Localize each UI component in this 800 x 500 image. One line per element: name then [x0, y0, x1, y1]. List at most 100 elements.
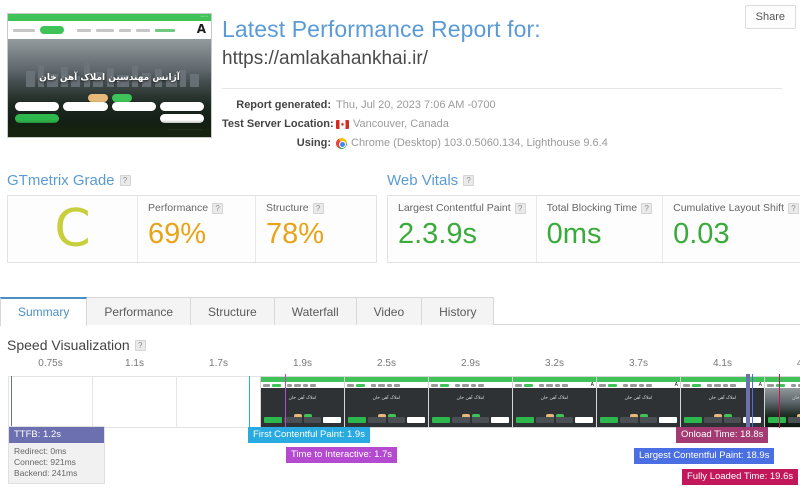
tab-history[interactable]: History [422, 297, 495, 325]
meta-text: Vancouver, Canada [353, 118, 449, 130]
speed-visualization-label: Speed Visualization [7, 337, 130, 353]
report-tabs: Summary Performance Structure Waterfall … [0, 297, 800, 326]
filmstrip-frame[interactable] [8, 376, 92, 428]
filmstrip-frame[interactable]: Aاملاک آهن خان [512, 376, 596, 428]
timeline-tick: 1.9s [293, 358, 312, 369]
badge-fully-loaded-time[interactable]: Fully Loaded Time: 19.6s [682, 469, 799, 485]
frame-logo: A [590, 381, 594, 388]
nav-item [136, 28, 150, 32]
structure-cell: Structure ? 78% [256, 196, 374, 262]
site-thumbnail[interactable]: ▫▫▫ A آژانس مهندسین املاک آهن خان [7, 13, 212, 138]
help-icon[interactable]: ? [788, 202, 800, 214]
filmstrip-frame[interactable]: املاک آهن خان [344, 376, 428, 428]
lcp-label-text: Largest Contentful Paint [398, 202, 511, 214]
ttfb-connect: Connect: 921ms [14, 457, 76, 467]
tab-summary[interactable]: Summary [0, 297, 88, 326]
grade-letter-cell: C [8, 196, 138, 262]
filmstrip-frame[interactable]: Aاملاک آهن خان [596, 376, 680, 428]
help-icon[interactable]: ? [463, 175, 475, 186]
cls-cell: Cumulative Layout Shift ? 0.03 [663, 196, 800, 262]
nav-item [13, 28, 35, 32]
structure-value: 78% [266, 218, 325, 250]
help-icon[interactable]: ? [134, 339, 146, 351]
structure-label: Structure ? [266, 202, 364, 214]
gtmetrix-grade-section: GTmetrix Grade ? C Performance ? 69% Str… [7, 172, 377, 263]
meta-row-generated: Report generated: Thu, Jul 20, 2023 7:06… [222, 96, 608, 115]
meta-row-server-location: Test Server Location: Vancouver, Canada [222, 115, 608, 134]
filmstrip-frame[interactable] [176, 376, 260, 428]
frame-form [768, 417, 800, 423]
tab-video[interactable]: Video [356, 297, 423, 325]
meta-text: Chrome (Desktop) 103.0.5060.134, Lightho… [351, 137, 608, 149]
lcp-value: 2.3.9s [398, 218, 477, 250]
frame-logo: A [758, 381, 762, 388]
foreground-foliage [8, 120, 211, 137]
frame-headline: املاک آهن خان [288, 396, 317, 401]
cls-label-text: Cumulative Layout Shift [673, 202, 785, 214]
filmstrip-frame[interactable]: Aاملاک آهن خان [764, 376, 800, 428]
frame-form [348, 417, 425, 423]
timeline-tick: 1.1s [125, 358, 144, 369]
frame-content: املاک آهن خان [513, 388, 596, 427]
badge-first-contentful-paint[interactable]: First Contentful Paint: 1.9s [248, 427, 370, 443]
frame-form [600, 417, 677, 423]
frame-form [264, 417, 341, 423]
filmstrip-frame[interactable] [92, 376, 176, 428]
badge-onload-time[interactable]: Onload Time: 18.8s [676, 427, 769, 443]
ttfb-tooltip: TTFB: 1.2s Redirect: 0ms Connect: 921ms … [8, 426, 105, 484]
page-title: Latest Performance Report for: [222, 16, 541, 42]
help-icon[interactable]: ? [312, 202, 324, 214]
vitals-panel: Largest Contentful Paint ? 2.3.9s Total … [387, 195, 800, 263]
frame-logo: A [674, 381, 678, 388]
nav-item [119, 28, 131, 32]
cls-value: 0.03 [673, 218, 730, 250]
grade-heading-label: GTmetrix Grade [7, 172, 115, 189]
title-divider [222, 88, 782, 89]
tbt-label: Total Blocking Time ? [546, 202, 653, 214]
timeline-tick: 2.9s [461, 358, 480, 369]
meta-value: Chrome (Desktop) 103.0.5060.134, Lightho… [336, 134, 608, 153]
tbt-cell: Total Blocking Time ? 0ms [537, 196, 664, 262]
thumbnail-navbar: A [8, 21, 211, 39]
frame-content: املاک آهن خان [261, 388, 344, 427]
help-icon[interactable]: ? [212, 202, 224, 214]
vitals-heading-label: Web Vitals [387, 172, 459, 189]
help-icon[interactable]: ? [119, 175, 131, 186]
timeline-tick: 3.7s [629, 358, 648, 369]
onload-line [746, 374, 750, 428]
help-icon[interactable]: ? [514, 202, 526, 214]
structure-label-text: Structure [266, 202, 309, 214]
window-controls-icon: ▫▫▫ [200, 14, 209, 20]
badge-largest-contentful-paint[interactable]: Largest Contentful Paint: 18.9s [634, 448, 775, 464]
report-header: ▫▫▫ A آژانس مهندسین املاک آهن خان Latest… [0, 0, 800, 160]
vitals-heading: Web Vitals ? [387, 172, 800, 189]
filmstrip-frame[interactable]: املاک آهن خان [428, 376, 512, 428]
meta-label: Using: [296, 137, 331, 149]
tab-performance[interactable]: Performance [87, 297, 192, 325]
fcp-line [249, 376, 250, 428]
help-icon[interactable]: ? [641, 202, 653, 214]
hero-headline: آژانس مهندسین املاک آهن خان [39, 73, 180, 83]
ttfb-details: Redirect: 0ms Connect: 921ms Backend: 24… [9, 443, 104, 483]
nav-item [77, 28, 91, 32]
tab-structure[interactable]: Structure [191, 297, 275, 325]
frame-headline: املاک آهن خان [456, 396, 485, 401]
frame-form [516, 417, 593, 423]
cls-label: Cumulative Layout Shift ? [673, 202, 800, 214]
frame-headline: املاک آهن خان [372, 396, 401, 401]
frame-form [432, 417, 509, 423]
timeline-tick: 2.5s [377, 358, 396, 369]
report-title-block: Latest Performance Report for: https://a… [222, 14, 541, 72]
timeline-ticks: 0.75s 1.1s 1.7s 1.9s 2.5s 2.9s 3.2s 3.7s 4.1s 4.9… [0, 358, 800, 376]
badge-time-to-interactive[interactable]: Time to Interactive: 1.7s [286, 447, 398, 463]
grade-panel: C Performance ? 69% Structure ? 78% [7, 195, 377, 263]
timeline-tick: 3.2s [545, 358, 564, 369]
tbt-label-text: Total Blocking Time [546, 202, 638, 214]
tab-waterfall[interactable]: Waterfall [274, 297, 357, 325]
filmstrip-frame[interactable]: املاک آهن خان [260, 376, 344, 428]
performance-value: 69% [148, 218, 207, 250]
frame-content: املاک آهن خان [429, 388, 512, 427]
ttfb-label: TTFB: 1.2s [9, 427, 104, 443]
report-url[interactable]: https://amlakahankhai.ir/ [222, 46, 541, 72]
site-logo: A [196, 22, 206, 36]
